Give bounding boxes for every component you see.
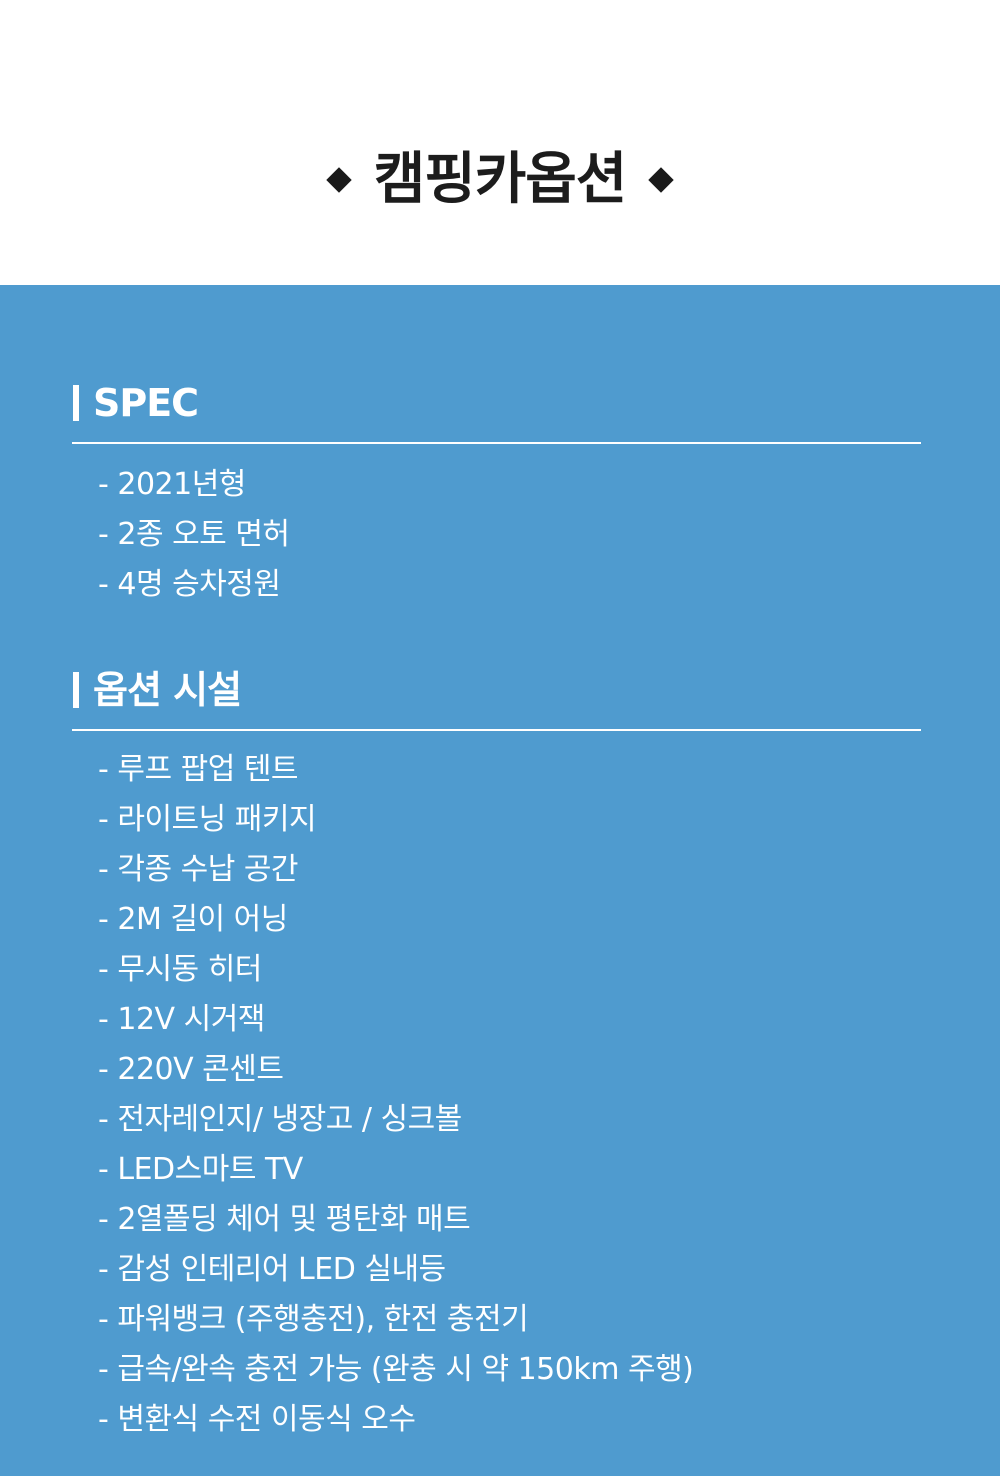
list-item: - 12V 시거잭 (98, 1002, 265, 1037)
list-item: - 4명 승차정원 (98, 567, 281, 602)
diamond-left-icon (325, 167, 352, 193)
list-item: - 2021년형 (98, 467, 246, 502)
spec-heading: SPEC (72, 378, 921, 428)
list-item: - 각종 수납 공간 (98, 852, 299, 887)
spec-section: SPEC - 2021년형 - 2종 오토 면허 - 4명 승차정원 (72, 378, 921, 610)
options-list: - 루프 팝업 텐트 - 라이트닝 패키지 - 각종 수납 공간 - 2M 길이… (72, 745, 921, 1445)
options-section: 옵션 시설 - 루프 팝업 텐트 - 라이트닝 패키지 - 각종 수납 공간 -… (72, 665, 921, 1445)
list-item: - 2종 오토 면허 (98, 517, 290, 552)
list-item: - 변환식 수전 이동식 오수 (98, 1402, 416, 1437)
heading-bar (73, 672, 79, 708)
list-item: - 2M 길이 어닝 (98, 902, 288, 937)
header-area: 캠핑카옵션 (0, 0, 1000, 285)
list-item: - 감성 인테리어 LED 실내등 (98, 1252, 446, 1287)
content-panel: SPEC - 2021년형 - 2종 오토 면허 - 4명 승차정원 옵션 시설… (0, 285, 1000, 1476)
options-title: 옵션 시설 (93, 668, 242, 712)
spec-list: - 2021년형 - 2종 오토 면허 - 4명 승차정원 (72, 460, 921, 610)
page-title: 캠핑카옵션 (373, 147, 628, 212)
heading-bar (73, 385, 79, 421)
diamond-right-icon (648, 167, 675, 193)
list-item: - 라이트닝 패키지 (98, 802, 317, 837)
list-item: - LED스마트 TV (98, 1152, 303, 1187)
list-item: - 2열폴딩 체어 및 평탄화 매트 (98, 1202, 471, 1237)
list-item: - 무시동 히터 (98, 952, 262, 987)
list-item: - 파워뱅크 (주행충전), 한전 충전기 (98, 1302, 529, 1337)
list-item: - 루프 팝업 텐트 (98, 752, 299, 787)
list-item: - 전자레인지/ 냉장고 / 싱크볼 (98, 1102, 462, 1137)
options-heading: 옵션 시설 (72, 665, 921, 715)
spec-divider (72, 442, 921, 444)
list-item: - 급속/완속 충전 가능 (완충 시 약 150km 주행) (98, 1352, 694, 1387)
options-divider (72, 729, 921, 731)
title-row: 캠핑카옵션 (0, 140, 1000, 220)
spec-title: SPEC (93, 381, 199, 425)
list-item: - 220V 콘센트 (98, 1052, 284, 1087)
